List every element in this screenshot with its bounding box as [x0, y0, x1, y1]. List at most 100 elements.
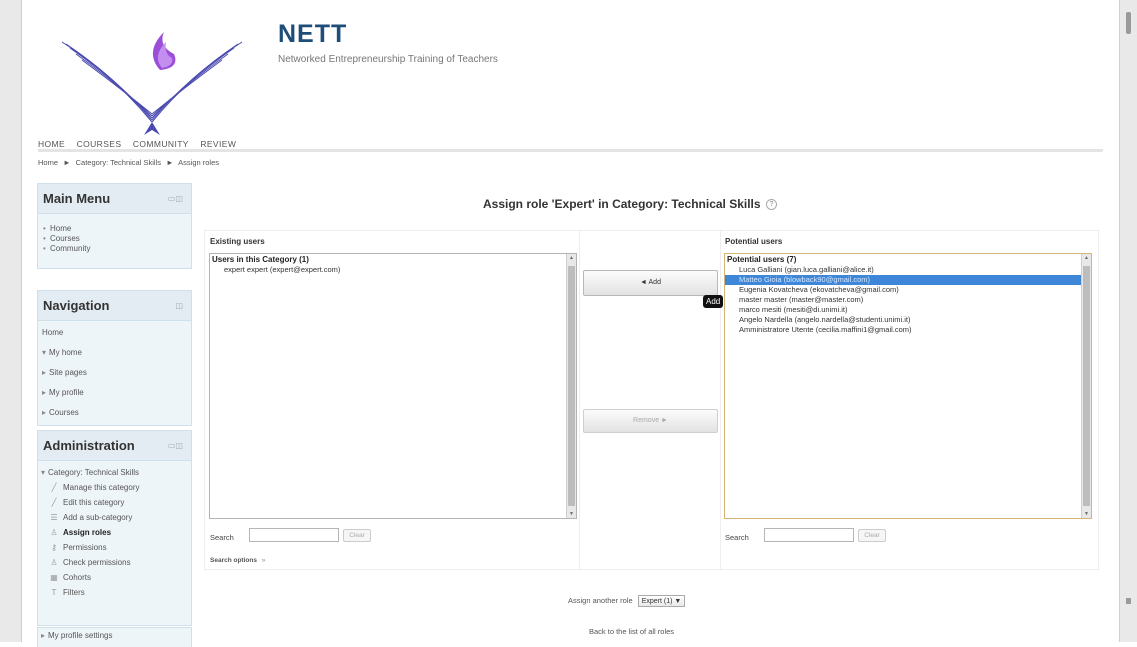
navigation-title: Navigation [43, 298, 110, 313]
topnav-community[interactable]: COMMUNITY [133, 139, 189, 149]
site-subtitle: Networked Entrepreneurship Training of T… [278, 54, 498, 65]
breadcrumb-category[interactable]: Category: Technical Skills [76, 158, 161, 167]
main-menu-item-courses[interactable]: Courses [38, 234, 191, 244]
potential-user-option-selected[interactable]: Matteo Gioia (blowback90@gmail.com) [725, 275, 1091, 285]
collapsed-arrow-icon: ▸ [41, 631, 46, 640]
admin-item-label: Add a sub-category [63, 513, 133, 522]
page-scrollbar-marker [1126, 598, 1131, 604]
potential-user-option[interactable]: master master (master@master.com) [725, 295, 1091, 305]
page-scrollbar[interactable] [1119, 0, 1137, 642]
scroll-up-arrow-icon[interactable]: ▲ [567, 255, 576, 261]
admin-item-assign-roles[interactable]: ♙ Assign roles [38, 525, 191, 540]
potential-search-input[interactable] [764, 528, 854, 542]
existing-search-input[interactable] [249, 528, 339, 542]
scroll-up-arrow-icon[interactable]: ▲ [1082, 255, 1091, 261]
topnav-home[interactable]: HOME [38, 139, 65, 149]
breadcrumb: Home ► Category: Technical Skills ► Assi… [38, 158, 222, 167]
potential-user-option[interactable]: marco mesiti (mesiti@di.unimi.it) [725, 305, 1091, 315]
nav-item-home[interactable]: Home [38, 323, 191, 343]
expanded-arrow-icon: ▾ [41, 468, 46, 477]
cohort-icon: ▦ [50, 573, 58, 582]
existing-users-label: Existing users [210, 237, 265, 246]
admin-item-check-permissions[interactable]: ♙ Check permissions [38, 555, 191, 570]
add-button[interactable]: ◄ Add [583, 270, 718, 296]
potential-users-listbox[interactable]: Potential users (7) Luca Galliani (gian.… [724, 253, 1092, 519]
main-menu-item-home[interactable]: Home [38, 224, 191, 234]
listbox-scrollbar[interactable]: ▲ ▼ [566, 254, 576, 518]
profile-settings-link[interactable]: ▸ My profile settings [38, 628, 191, 640]
admin-item-permissions[interactable]: ⚷ Permissions [38, 540, 191, 555]
admin-item-filters[interactable]: T Filters [38, 585, 191, 600]
collapsed-arrow-icon: ▸ [42, 408, 47, 417]
search-options-label: Search options [210, 557, 257, 564]
back-to-roles-link[interactable]: Back to the list of all roles [589, 627, 674, 636]
scroll-down-arrow-icon[interactable]: ▼ [1082, 511, 1091, 517]
potential-user-option[interactable]: Luca Galliani (gian.luca.galliani@alice.… [725, 265, 1091, 275]
user-icon: ♙ [50, 528, 58, 537]
listbox-scrollbar[interactable]: ▲ ▼ [1081, 254, 1091, 518]
block-controls-icon[interactable]: ▭◫ [168, 194, 183, 203]
potential-users-label: Potential users [725, 237, 783, 246]
main-menu-header: Main Menu ▭◫ [38, 184, 191, 214]
admin-item-label: Edit this category [63, 498, 125, 507]
pencil-icon: ╱ [51, 483, 57, 492]
navigation-header: Navigation ◫ [38, 291, 191, 321]
admin-item-label: Permissions [63, 543, 107, 552]
remove-button[interactable]: Remove ► [583, 409, 718, 433]
chevron-right-icon: » [261, 557, 266, 564]
key-icon: ⚷ [51, 543, 57, 552]
page-scrollbar-thumb[interactable] [1126, 12, 1131, 34]
potential-user-option[interactable]: Eugenia Kovatcheva (ekovatcheva@gmail.co… [725, 285, 1091, 295]
scroll-down-arrow-icon[interactable]: ▼ [567, 511, 576, 517]
existing-clear-button[interactable]: Clear [343, 529, 371, 542]
main-menu-item-community[interactable]: Community [38, 244, 191, 254]
nav-item-my-home[interactable]: ▾ My home [38, 343, 191, 363]
admin-item-add-subcategory[interactable]: ☰ Add a sub-category [38, 510, 191, 525]
nav-item-label: My profile [49, 388, 84, 397]
main-menu-title: Main Menu [43, 191, 111, 206]
site-title: NETT [278, 20, 348, 48]
admin-item-cohorts[interactable]: ▦ Cohorts [38, 570, 191, 585]
admin-item-label: Manage this category [63, 483, 140, 492]
administration-header: Administration ▭◫ [38, 431, 191, 461]
breadcrumb-separator: ► [166, 158, 174, 167]
user-check-icon: ♙ [50, 558, 58, 567]
admin-item-label: Assign roles [63, 528, 112, 537]
list-icon: ☰ [50, 513, 58, 522]
block-controls-icon[interactable]: ◫ [175, 301, 183, 310]
breadcrumb-home[interactable]: Home [38, 158, 58, 167]
potential-search-label: Search [725, 533, 749, 542]
breadcrumb-assign-roles: Assign roles [178, 158, 220, 167]
listbox-scrollbar-thumb[interactable] [1083, 266, 1090, 506]
nav-item-courses[interactable]: ▸ Courses [38, 403, 191, 423]
potential-user-option[interactable]: Amministratore Utente (cecilia.maffini1@… [725, 325, 1091, 335]
admin-category-node[interactable]: ▾ Category: Technical Skills [38, 465, 191, 480]
admin-item-edit-category[interactable]: ╱ Edit this category [38, 495, 191, 510]
nav-item-label: My home [49, 348, 82, 357]
nav-item-my-profile[interactable]: ▸ My profile [38, 383, 191, 403]
column-divider [579, 230, 580, 570]
top-navigation: HOME COURSES COMMUNITY REVIEW [38, 134, 1103, 152]
admin-item-manage-category[interactable]: ╱ Manage this category [38, 480, 191, 495]
potential-users-group: Potential users (7) [727, 255, 797, 264]
search-options-toggle[interactable]: Search options » [210, 557, 265, 564]
topnav-review[interactable]: REVIEW [200, 139, 236, 149]
collapsed-arrow-icon: ▸ [42, 388, 47, 397]
pencil-icon: ╱ [51, 498, 57, 507]
help-icon[interactable]: ? [765, 199, 777, 210]
nav-item-label: Courses [49, 408, 79, 417]
existing-user-option[interactable]: expert expert (expert@expert.com) [210, 265, 576, 275]
topnav-courses[interactable]: COURSES [77, 139, 122, 149]
page-title-text: Assign role 'Expert' in Category: Techni… [483, 197, 761, 211]
block-controls-icon[interactable]: ▭◫ [168, 441, 183, 450]
listbox-scrollbar-thumb[interactable] [568, 266, 575, 506]
potential-clear-button[interactable]: Clear [858, 529, 886, 542]
existing-users-listbox[interactable]: Users in this Category (1) expert expert… [209, 253, 577, 519]
nav-item-site-pages[interactable]: ▸ Site pages [38, 363, 191, 383]
administration-title: Administration [43, 438, 135, 453]
role-select[interactable]: Expert (1) ▼ [637, 595, 686, 607]
assign-another-role: Assign another role Expert (1) ▼ [568, 595, 686, 607]
collapsed-arrow-icon: ▸ [42, 368, 47, 377]
navigation-block: Navigation ◫ Home ▾ My home ▸ Site pages ▸… [37, 290, 192, 426]
potential-user-option[interactable]: Angelo Nardella (angelo.nardella@student… [725, 315, 1091, 325]
